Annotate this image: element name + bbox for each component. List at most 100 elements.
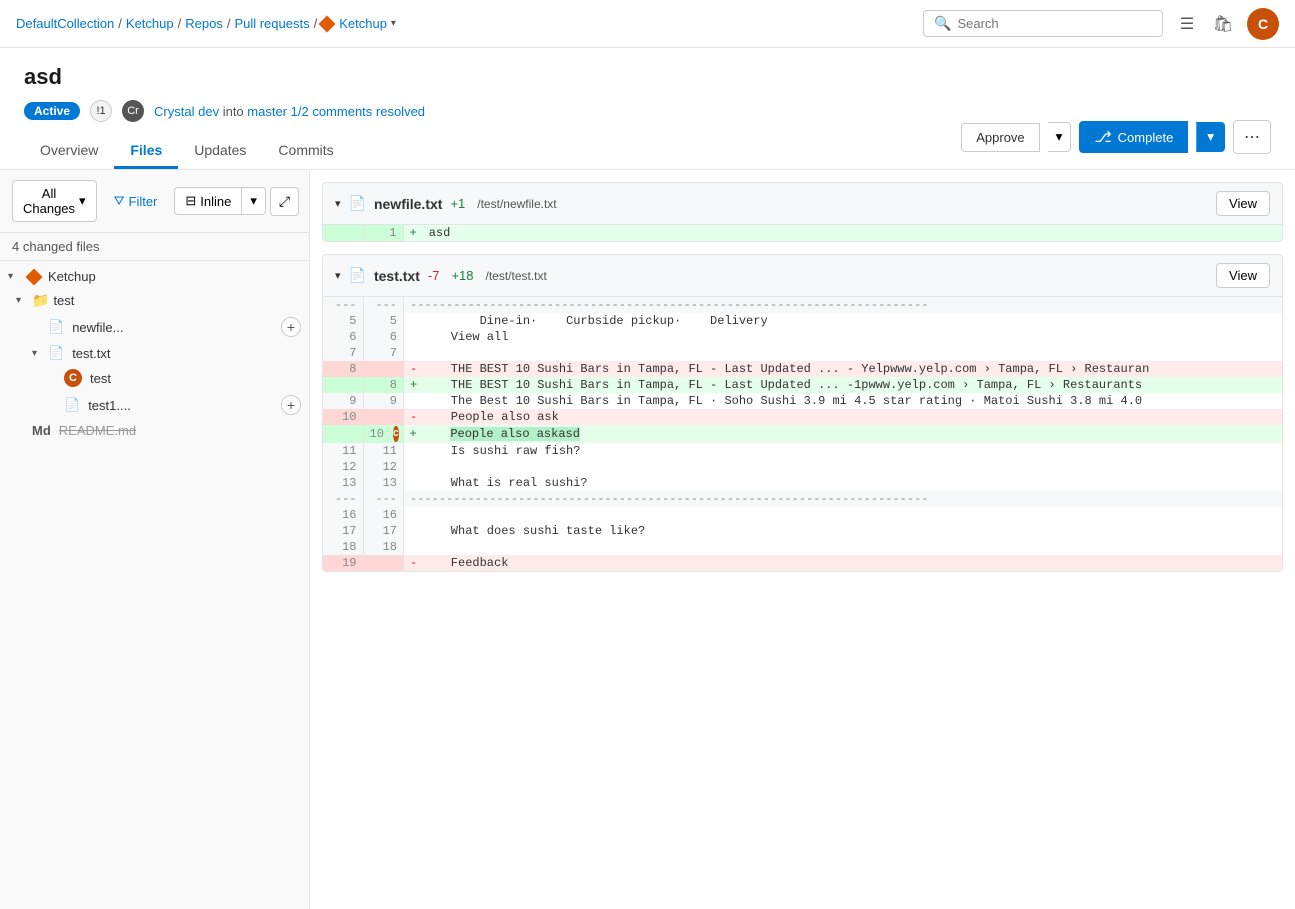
approve-button[interactable]: Approve (961, 123, 1039, 152)
bc-ketchup-1[interactable]: Ketchup (126, 16, 174, 31)
folder-icon: 📁 (32, 292, 49, 309)
pr-title: asd (24, 64, 1271, 90)
diff-path-newfile: /test/newfile.txt (477, 197, 556, 211)
line-content: - THE BEST 10 Sushi Bars in Tampa, FL - … (404, 361, 1283, 377)
tab-files[interactable]: Files (114, 134, 178, 169)
all-changes-button[interactable]: All Changes ▾ (12, 180, 97, 222)
tab-commits[interactable]: Commits (262, 134, 349, 169)
breadcrumb: DefaultCollection / Ketchup / Repos / Pu… (16, 16, 396, 31)
repo-diamond-icon (319, 15, 336, 32)
line-num-right (363, 555, 404, 571)
line-num-left: 18 (323, 539, 363, 555)
diff-file-icon-newfile: 📄 (349, 195, 366, 212)
source-branch-link[interactable]: dev (198, 104, 219, 119)
line-num-right: 12 (363, 459, 404, 475)
tree-file-test1[interactable]: ▾ 📄 test1.... + (0, 391, 309, 419)
add-prefix-icon-10: + (410, 427, 422, 441)
view-button-newfile[interactable]: View (1216, 191, 1270, 216)
line-num-left (323, 425, 363, 443)
bc-sep-4: / (314, 16, 318, 31)
expand-button[interactable]: ⤢ (270, 187, 299, 216)
file-icon: 📄 (48, 319, 64, 335)
line-num-left: 11 (323, 443, 363, 459)
line-num-left: 12 (323, 459, 363, 475)
search-box[interactable]: 🔍 (923, 10, 1163, 37)
tree-folder-test[interactable]: ▾ 📁 test (0, 288, 309, 313)
all-changes-chevron-icon: ▾ (79, 193, 86, 209)
more-options-button[interactable]: ⋯ (1233, 120, 1271, 154)
add-comment-button[interactable]: + (281, 317, 301, 337)
diff-line-19-del: 19 - Feedback (323, 555, 1282, 571)
author-avatar: Cr (122, 100, 144, 122)
line-num-right: 8 (363, 377, 404, 393)
diff-line-7: 7 7 (323, 345, 1282, 361)
comments-resolved-link[interactable]: 1/2 comments resolved (291, 104, 425, 119)
tab-updates[interactable]: Updates (178, 134, 262, 169)
line-content: What does sushi taste like? (404, 523, 1283, 539)
line-content: + asd (403, 225, 1282, 241)
line-num-right: 17 (363, 523, 404, 539)
diff-table-newfile: 1 + asd (323, 225, 1282, 241)
line-num-right: 1 (363, 225, 403, 241)
tree-file-readme[interactable]: ▾ Md README.md (0, 419, 309, 442)
tree-repo-root[interactable]: ▾ Ketchup (0, 265, 309, 288)
tree-file-newfile[interactable]: ▾ 📄 newfile... + (0, 313, 309, 341)
tree-comment-test[interactable]: ▾ C test (0, 365, 309, 391)
line-content-skip: ----------------------------------------… (404, 297, 1283, 313)
complete-dropdown-button[interactable]: ▾ (1196, 122, 1225, 152)
line-num-left: 13 (323, 475, 363, 491)
search-input[interactable] (957, 16, 1152, 31)
diff-path-testtxt: /test/test.txt (486, 269, 547, 283)
diff-header-testtxt: ▾ 📄 test.txt -7 +18 /test/test.txt View (323, 255, 1282, 297)
testtxt-chevron-icon: ▾ (32, 348, 44, 359)
diff-line-skip-1: --- --- --------------------------------… (323, 297, 1282, 313)
sidebar-toolbar: All Changes ▾ ⛛ Filter ⊟ Inline ▾ ⤢ (0, 170, 309, 233)
inline-view-button[interactable]: ⊟ Inline (174, 187, 242, 215)
line-num-right: 5 (363, 313, 404, 329)
list-icon[interactable]: ☰ (1175, 12, 1199, 36)
tab-overview[interactable]: Overview (24, 134, 114, 169)
line-num-right (363, 409, 404, 425)
line-content: Is sushi raw fish? (404, 443, 1283, 459)
line-num-left (323, 377, 363, 393)
line-num-right: 6 (363, 329, 404, 345)
line-num-right: 9 (363, 393, 404, 409)
bc-chevron-icon[interactable]: ▾ (391, 18, 396, 29)
diff-collapse-icon-testtxt[interactable]: ▾ (335, 269, 341, 282)
diff-line-13: 13 13 What is real sushi? (323, 475, 1282, 491)
diff-header-left-testtxt: ▾ 📄 test.txt -7 +18 /test/test.txt (335, 267, 1208, 284)
status-badge: Active (24, 102, 80, 120)
target-branch-link[interactable]: master (247, 104, 287, 119)
inline-view-dropdown-button[interactable]: ▾ (242, 187, 266, 215)
bc-sep-2: / (178, 16, 182, 31)
filter-button[interactable]: ⛛ Filter (105, 187, 167, 215)
bc-pull-requests[interactable]: Pull requests (234, 16, 309, 31)
bc-default-collection[interactable]: DefaultCollection (16, 16, 114, 31)
comment-dot: C (64, 369, 82, 387)
diff-header-left-newfile: ▾ 📄 newfile.txt +1 /test/newfile.txt (335, 195, 1208, 212)
approve-dropdown-button[interactable]: ▾ (1048, 122, 1072, 152)
complete-button[interactable]: ⎇ Complete (1079, 121, 1188, 153)
diff-filename-testtxt: test.txt (374, 268, 420, 284)
view-button-testtxt[interactable]: View (1216, 263, 1270, 288)
bc-repos[interactable]: Repos (185, 16, 223, 31)
tree-file-testtxt[interactable]: ▾ 📄 test.txt (0, 341, 309, 365)
bc-ketchup-2[interactable]: Ketchup (339, 16, 387, 31)
vote-badge: !1 (90, 100, 112, 122)
line-num-right: 13 (363, 475, 404, 491)
diff-content: ▾ 📄 newfile.txt +1 /test/newfile.txt Vie… (310, 170, 1295, 909)
line-num-left: --- (323, 297, 363, 313)
line-num-left: 5 (323, 313, 363, 329)
author-link[interactable]: Crystal (154, 104, 194, 119)
user-avatar[interactable]: C (1247, 8, 1279, 40)
file-icon-test1: 📄 (64, 397, 80, 413)
diff-line-5: 5 5 Dine-in· Curbside pickup· Delivery (323, 313, 1282, 329)
diff-line-17: 17 17 What does sushi taste like? (323, 523, 1282, 539)
top-nav: DefaultCollection / Ketchup / Repos / Pu… (0, 0, 1295, 48)
bag-icon[interactable]: 🛍 (1211, 12, 1235, 36)
line-num-left: 8 (323, 361, 363, 377)
line-num-right (363, 361, 404, 377)
diff-collapse-icon-newfile[interactable]: ▾ (335, 197, 341, 210)
line-content: - Feedback (404, 555, 1283, 571)
add-comment-test1-button[interactable]: + (281, 395, 301, 415)
